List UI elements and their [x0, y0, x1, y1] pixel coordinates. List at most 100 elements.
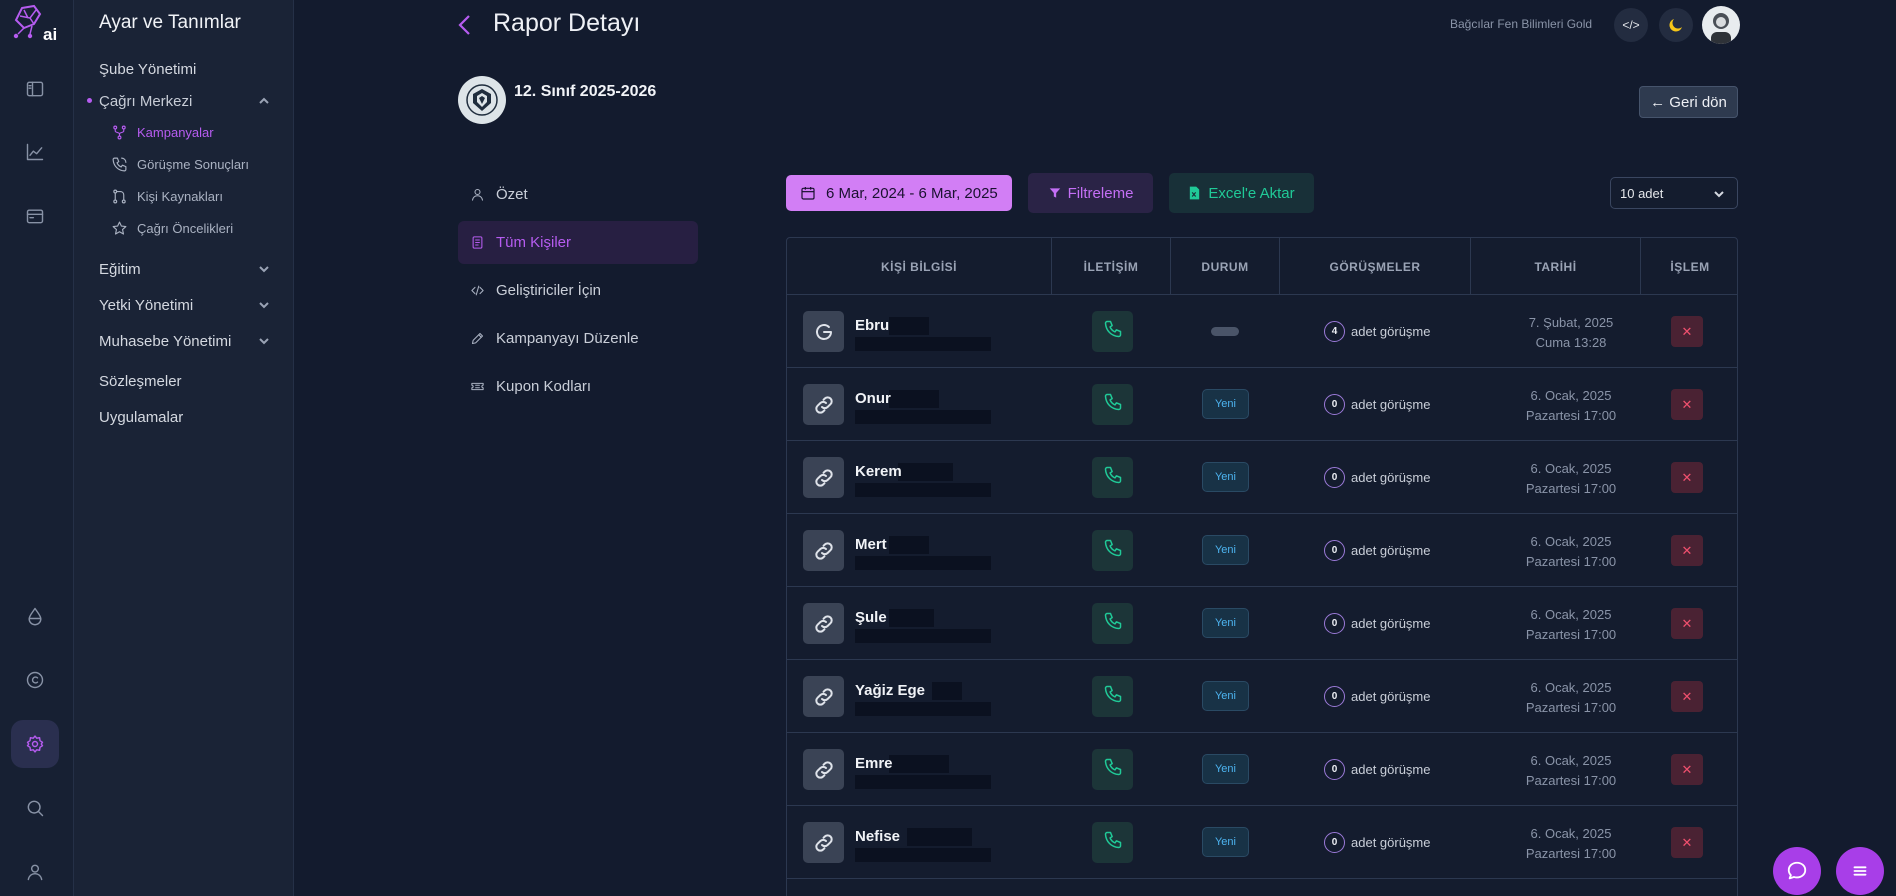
menu-item-egitim[interactable]: Eğitim	[99, 257, 271, 281]
search-icon[interactable]	[11, 784, 59, 832]
column-header[interactable]: KİŞİ BİLGİSİ	[787, 238, 1052, 295]
submenu-item-kisi-kaynaklari[interactable]: Kişi Kaynakları	[111, 185, 223, 207]
user-icon[interactable]	[11, 848, 59, 896]
table-row[interactable]: Mert Yeni 0 adet görüşme 6. Ocak, 2025 Pazart…	[787, 514, 1737, 587]
menu-item-cagri-merkezi[interactable]: Çağrı Merkezi	[87, 89, 271, 113]
table-row[interactable]: Onur Yeni 0 adet görüşme 6. Ocak, 2025 Pazart…	[787, 368, 1737, 441]
submenu-item-gorusme-sonuclari[interactable]: Görüşme Sonuçları	[111, 153, 249, 175]
status-badge: Yeni	[1202, 754, 1249, 784]
droplet-icon[interactable]	[11, 592, 59, 640]
date-range-picker[interactable]: 6 Mar, 2024 - 6 Mar, 2025	[786, 175, 1012, 211]
chevron-down-icon	[257, 262, 271, 276]
delete-button[interactable]: ✕	[1671, 608, 1703, 639]
settings-icon[interactable]	[11, 720, 59, 768]
table-row[interactable]: Ebru 4 adet görüşme 7. Şubat, 2025 Cuma 13:2…	[787, 295, 1737, 368]
submenu-item-label: Kampanyalar	[137, 124, 214, 140]
call-button[interactable]	[1092, 676, 1133, 717]
submenu-item-cagri-oncelikleri[interactable]: Çağrı Öncelikleri	[111, 217, 233, 239]
avatar[interactable]	[1702, 6, 1740, 44]
chevron-down-icon	[1714, 191, 1724, 198]
branch-icon	[113, 125, 126, 139]
delete-button[interactable]: ✕	[1671, 827, 1703, 858]
call-button[interactable]	[1092, 311, 1133, 352]
pencil-icon	[471, 332, 484, 345]
menu-item-sozlesmeler[interactable]: Sözleşmeler	[99, 369, 271, 393]
contact-name: Ebru	[855, 317, 890, 334]
close-icon: ✕	[1681, 469, 1693, 485]
icon-rail: ai	[0, 0, 74, 896]
call-button[interactable]	[1092, 457, 1133, 498]
close-icon: ✕	[1681, 396, 1693, 412]
call-button[interactable]	[1092, 384, 1133, 425]
tab-gelistiriciler-icin[interactable]: Geliştiriciler İçin	[458, 269, 698, 312]
page-size-select[interactable]: 10 adet	[1610, 177, 1738, 209]
meeting-count: 4	[1324, 321, 1345, 342]
column-header[interactable]: GÖRÜŞMELER	[1280, 238, 1471, 295]
submenu-item-kampanyalar[interactable]: Kampanyalar	[111, 121, 214, 143]
tab-ozet[interactable]: Özet	[458, 173, 698, 216]
wallet-icon[interactable]	[11, 192, 59, 240]
menu-item-muhasebe-yonetimi[interactable]: Muhasebe Yönetimi	[99, 329, 271, 353]
table-row[interactable]: Şule Yeni 0 adet görüşme 6. Ocak, 2025 Pazart…	[787, 587, 1737, 660]
delete-button[interactable]: ✕	[1671, 754, 1703, 785]
tab-tum-kisiler[interactable]: Tüm Kişiler	[458, 221, 698, 264]
menu-item-sube-yonetimi[interactable]: Şube Yönetimi	[99, 57, 271, 81]
sidebar-toggle-icon[interactable]	[11, 65, 59, 113]
redacted-surname	[906, 828, 972, 846]
copyright-icon[interactable]	[11, 656, 59, 704]
menu-item-label: Eğitim	[99, 260, 141, 278]
delete-button[interactable]: ✕	[1671, 535, 1703, 566]
contacts-table: KİŞİ BİLGİSİ İLETİŞİM DURUM GÖRÜŞMELER T…	[786, 237, 1738, 896]
source-link-icon	[803, 457, 844, 498]
chart-icon[interactable]	[11, 128, 59, 176]
app-logo[interactable]: ai	[10, 4, 60, 46]
campaign-name: 12. Sınıf 2025-2026	[514, 83, 657, 100]
back-arrow-icon[interactable]	[455, 13, 475, 37]
filter-button[interactable]: Filtreleme	[1028, 173, 1153, 213]
date-line: 6. Ocak, 2025	[1530, 534, 1612, 549]
theme-toggle-button[interactable]	[1659, 8, 1693, 42]
menu-item-label: Sözleşmeler	[99, 372, 182, 390]
code-view-button[interactable]: </>	[1614, 8, 1648, 42]
row-date: 7. Şubat, 2025 Cuma 13:28	[1503, 313, 1639, 353]
call-button[interactable]	[1092, 749, 1133, 790]
column-header[interactable]: TARİHİ	[1471, 238, 1641, 295]
chat-button[interactable]	[1773, 847, 1821, 895]
menu-item-uygulamalar[interactable]: Uygulamalar	[99, 405, 271, 429]
call-button[interactable]	[1092, 603, 1133, 644]
close-icon: ✕	[1681, 615, 1693, 631]
call-button[interactable]	[1092, 822, 1133, 863]
status-badge: Yeni	[1202, 827, 1249, 857]
table-row[interactable]: Nefise Yeni 0 adet görüşme 6. Ocak, 2025 Paza…	[787, 806, 1737, 879]
delete-button[interactable]: ✕	[1671, 316, 1703, 347]
contact-name: Nefise	[855, 828, 901, 845]
table-row[interactable]: Emre Yeni 0 adet görüşme 6. Ocak, 2025 Pazart…	[787, 733, 1737, 806]
status-badge: Yeni	[1202, 389, 1249, 419]
back-button[interactable]: ← Geri dön	[1639, 86, 1738, 118]
meeting-count: 0	[1324, 832, 1345, 853]
phone-icon	[1103, 830, 1123, 855]
column-header[interactable]: İŞLEM	[1641, 238, 1737, 295]
column-header[interactable]: İLETİŞİM	[1052, 238, 1171, 295]
phone-icon	[1103, 538, 1123, 563]
date-line: 7. Şubat, 2025	[1528, 315, 1614, 330]
source-link-icon	[803, 676, 844, 717]
meeting-count: 0	[1324, 686, 1345, 707]
delete-button[interactable]: ✕	[1671, 462, 1703, 493]
table-row[interactable]: Yağiz Ege Yeni 0 adet görüşme 6. Ocak, 2025 P…	[787, 660, 1737, 733]
tab-kampanyayi-duzenle[interactable]: Kampanyayı Düzenle	[458, 317, 698, 360]
column-header[interactable]: DURUM	[1171, 238, 1280, 295]
menu-button[interactable]	[1836, 847, 1884, 895]
table-row[interactable]: Kerem Yeni 0 adet görüşme 6. Ocak, 2025 Pazar…	[787, 441, 1737, 514]
phone-icon	[1103, 611, 1123, 636]
day-time-line: Cuma 13:28	[1535, 335, 1607, 350]
call-button[interactable]	[1092, 530, 1133, 571]
redacted-surname	[889, 390, 940, 408]
menu-item-yetki-yonetimi[interactable]: Yetki Yönetimi	[99, 293, 271, 317]
delete-button[interactable]: ✕	[1671, 389, 1703, 420]
page-title: Rapor Detayı	[493, 9, 641, 37]
tab-kupon-kodlari[interactable]: Kupon Kodları	[458, 365, 698, 408]
delete-button[interactable]: ✕	[1671, 681, 1703, 712]
close-icon: ✕	[1681, 688, 1693, 704]
excel-export-button[interactable]: Excel'e Aktar	[1169, 173, 1314, 213]
